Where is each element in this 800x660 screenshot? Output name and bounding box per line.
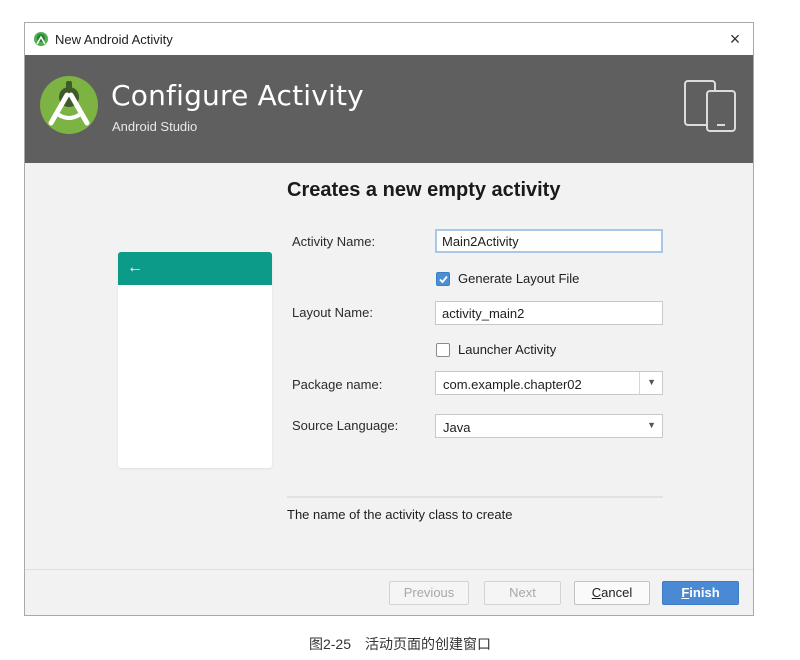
package-name-value: com.example.chapter02: [443, 377, 582, 392]
close-icon: ×: [729, 29, 741, 49]
back-arrow-icon: ←: [127, 259, 143, 276]
previous-button[interactable]: Previous: [389, 581, 469, 605]
close-button[interactable]: ×: [723, 27, 747, 51]
cancel-button[interactable]: Cancel: [574, 581, 650, 605]
generate-layout-checkbox[interactable]: [436, 272, 450, 286]
source-language-value: Java: [443, 420, 471, 435]
new-activity-dialog: New Android Activity × Configure Activit…: [24, 22, 754, 616]
chevron-down-icon: ▼: [647, 420, 656, 430]
source-language-label: Source Language:: [292, 418, 399, 433]
form-heading: Creates a new empty activity: [287, 179, 561, 201]
activity-name-label: Activity Name:: [292, 234, 376, 249]
figure-caption: 图2-25 活动页面的创建窗口: [308, 636, 492, 652]
footer-divider: [25, 569, 753, 570]
package-name-label: Package name:: [292, 377, 383, 392]
divider: [287, 496, 663, 498]
header-banner: Configure Activity Android Studio: [25, 55, 753, 163]
next-button[interactable]: Next: [484, 581, 561, 605]
cancel-mnemonic: C: [591, 585, 602, 600]
cancel-label: ancel: [601, 585, 633, 600]
layout-name-input[interactable]: [435, 301, 663, 325]
launcher-activity-label: Launcher Activity: [458, 342, 557, 357]
banner-title: Configure Activity: [111, 79, 364, 112]
chevron-down-icon[interactable]: ▼: [647, 377, 656, 387]
title-bar: New Android Activity ×: [25, 23, 753, 56]
finish-label: inish: [689, 585, 720, 600]
launcher-activity-checkbox[interactable]: [436, 343, 450, 357]
finish-button[interactable]: Finish: [662, 581, 739, 605]
package-name-combobox[interactable]: com.example.chapter02 ▼: [435, 371, 663, 395]
combobox-separator: [639, 372, 640, 394]
preview-toolbar: ←: [118, 252, 272, 285]
activity-name-input[interactable]: [435, 229, 663, 253]
devices-icon: [684, 80, 736, 132]
android-studio-logo: [40, 76, 98, 134]
source-language-select[interactable]: Java ▼: [435, 414, 663, 438]
layout-name-label: Layout Name:: [292, 305, 373, 320]
window-title: New Android Activity: [55, 32, 173, 47]
android-studio-icon: [34, 32, 48, 46]
activity-preview: ←: [118, 252, 272, 468]
generate-layout-label: Generate Layout File: [458, 271, 580, 286]
field-description: The name of the activity class to create: [287, 507, 513, 522]
checkmark-icon: [439, 275, 448, 284]
banner-subtitle: Android Studio: [112, 119, 198, 134]
